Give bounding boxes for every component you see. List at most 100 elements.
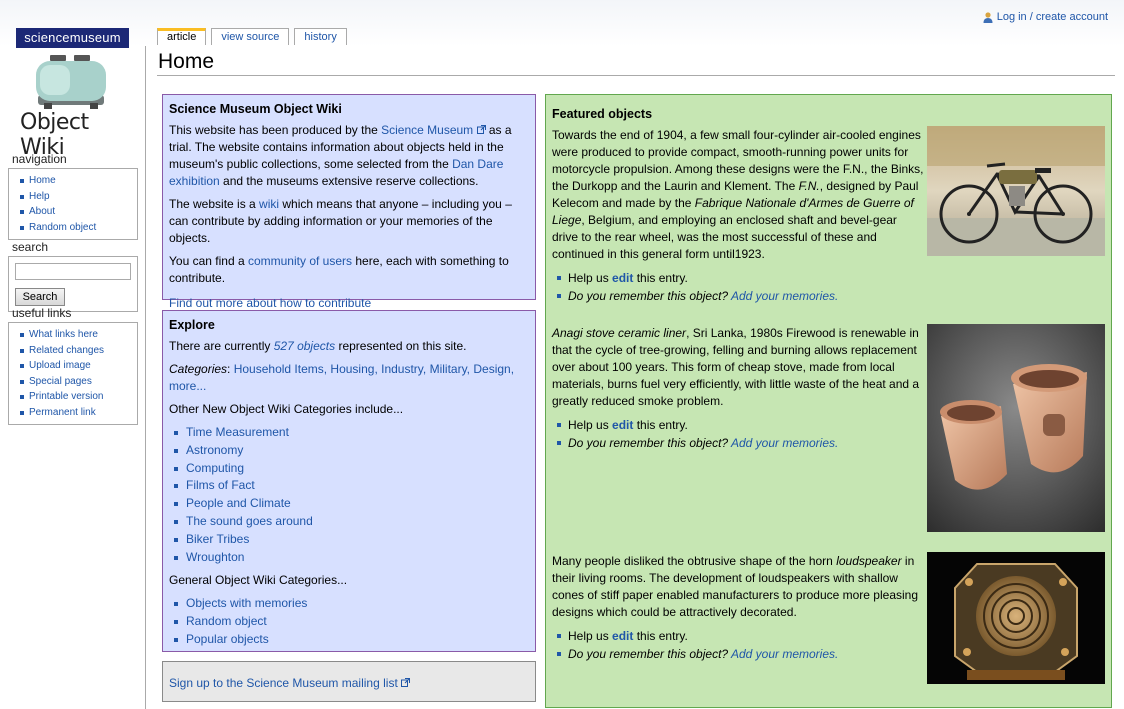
toaster-logo-icon [36, 55, 106, 109]
add-memories-link[interactable]: Add your memories. [731, 436, 838, 450]
categories-line: Categories: Household Items, Housing, In… [169, 361, 529, 395]
tab-article[interactable]: article [157, 28, 207, 45]
category-wroughton[interactable]: Wroughton [186, 550, 244, 564]
intro-paragraph-2: The website is a wiki which means that a… [169, 196, 529, 247]
intro-paragraph-3: You can find a community of users here, … [169, 253, 529, 287]
tb-related-changes[interactable]: Related changes [13, 343, 137, 359]
explore-heading: Explore [169, 318, 215, 332]
help-text: Help us [568, 629, 613, 643]
ceramic-stove-image[interactable] [927, 324, 1105, 537]
explore-box: Explore There are currently 527 objects … [162, 310, 536, 652]
intro-heading: Science Museum Object Wiki [169, 102, 342, 116]
contribute-link[interactable]: Find out more about how to contribute [169, 296, 371, 310]
science-museum-link[interactable]: Science Museum [381, 123, 473, 137]
nav-item-help[interactable]: Help [13, 189, 137, 205]
tb-printable-version[interactable]: Printable version [13, 389, 137, 405]
item-text: , Belgium, and employing an enclosed sha… [552, 213, 897, 261]
nav-item-home[interactable]: Home [13, 173, 137, 189]
search-button[interactable]: Search [15, 288, 65, 306]
intro-text: and the museums extensive reserve collec… [219, 174, 479, 188]
mailing-list-link[interactable]: Sign up to the Science Museum mailing li… [169, 676, 398, 690]
user-icon [983, 11, 993, 23]
category-computing[interactable]: Computing [186, 461, 244, 475]
brand-label: sciencemuseum [16, 28, 129, 48]
general-categories-label: General Object Wiki Categories... [169, 573, 348, 588]
general-categories-list: Objects with memories Random object Popu… [169, 595, 529, 648]
featured-item-text: Towards the end of 1904, a few small fou… [552, 127, 924, 263]
category-films-of-fact[interactable]: Films of Fact [186, 478, 255, 492]
featured-heading: Featured objects [552, 107, 653, 121]
category-time-measurement[interactable]: Time Measurement [186, 425, 289, 439]
remember-line: Do you remember this object? Add your me… [552, 645, 924, 663]
tab-view-source[interactable]: view source [211, 28, 290, 45]
personal-tools: Log in / create account [983, 11, 1108, 23]
new-categories-label: Other New Object Wiki Categories include… [169, 402, 404, 416]
useful-links-title: useful links [12, 306, 72, 320]
tb-what-links-here[interactable]: What links here [13, 327, 137, 343]
external-link-icon [401, 676, 411, 690]
featured-item-stove: Anagi stove ceramic liner, Sri Lanka, 19… [552, 325, 924, 452]
page-title: Home [158, 50, 215, 73]
navigation-portlet: navigation Home Help About Random object [8, 152, 138, 240]
edit-link[interactable]: edit [612, 418, 633, 432]
featured-item-loudspeaker: Many people disliked the obtrusive shape… [552, 553, 924, 663]
heading-divider [157, 75, 1115, 76]
tab-history[interactable]: history [294, 28, 347, 45]
remember-text: Do you remember this object? [568, 289, 731, 303]
intro-paragraph-1: This website has been produced by the Sc… [169, 122, 529, 190]
nav-item-about[interactable]: About [13, 204, 137, 220]
categories-label: Categories [169, 362, 228, 376]
intro-text: This website has been produced by the [169, 123, 382, 137]
category-sound-goes-around[interactable]: The sound goes around [186, 514, 313, 528]
category-astronomy[interactable]: Astronomy [186, 443, 243, 457]
explore-text: There are currently [169, 339, 274, 353]
help-edit-line: Help us edit this entry. [552, 269, 924, 287]
tb-permanent-link[interactable]: Permanent link [13, 405, 137, 421]
intro-box: Science Museum Object Wiki This website … [162, 94, 536, 310]
category-biker-tribes[interactable]: Biker Tribes [186, 532, 249, 546]
object-count-line: There are currently 527 objects represen… [169, 338, 529, 355]
add-memories-link[interactable]: Add your memories. [731, 289, 838, 303]
help-text: Help us [568, 271, 613, 285]
community-link[interactable]: community of users [248, 254, 352, 268]
help-text: this entry. [633, 629, 688, 643]
motorcycle-image[interactable] [927, 126, 1105, 261]
mailing-list-box: Sign up to the Science Museum mailing li… [162, 661, 536, 702]
featured-item-text: Anagi stove ceramic liner, Sri Lanka, 19… [552, 325, 924, 410]
featured-objects-box: Featured objects Towards the end of 1904… [545, 94, 1112, 708]
remember-text: Do you remember this object? [568, 436, 731, 450]
item-text: loudspeaker [836, 554, 902, 568]
remember-text: Do you remember this object? [568, 647, 731, 661]
category-people-and-climate[interactable]: People and Climate [186, 496, 291, 510]
category-popular-objects[interactable]: Popular objects [186, 632, 269, 646]
item-text: Anagi stove ceramic liner [552, 326, 687, 340]
navigation-title: navigation [12, 152, 67, 166]
category-random-object[interactable]: Random object [186, 614, 267, 628]
useful-links-portlet: useful links What links here Related cha… [8, 306, 138, 425]
search-title: search [12, 240, 49, 254]
explore-text: represented on this site. [335, 339, 467, 353]
help-text: Help us [568, 418, 613, 432]
site-logo[interactable]: sciencemuseum Object Wiki [16, 28, 129, 160]
content-frame-border [145, 46, 146, 709]
category-objects-with-memories[interactable]: Objects with memories [186, 596, 307, 610]
help-text: this entry. [633, 418, 688, 432]
remember-line: Do you remember this object? Add your me… [552, 434, 924, 452]
external-link-icon [476, 123, 486, 137]
add-memories-link[interactable]: Add your memories. [731, 647, 838, 661]
objects-count-link[interactable]: 527 objects [274, 339, 335, 353]
tb-upload-image[interactable]: Upload image [13, 358, 137, 374]
edit-link[interactable]: edit [612, 271, 633, 285]
loudspeaker-image[interactable] [927, 552, 1105, 689]
search-input[interactable] [15, 263, 131, 280]
wiki-link[interactable]: wiki [259, 197, 279, 211]
login-link[interactable]: Log in / create account [997, 11, 1108, 23]
intro-text: You can find a [169, 254, 248, 268]
featured-item-motorcycle: Towards the end of 1904, a few small fou… [552, 127, 924, 305]
new-categories-list: Time Measurement Astronomy Computing Fil… [169, 424, 529, 566]
edit-link[interactable]: edit [612, 629, 633, 643]
nav-item-random-object[interactable]: Random object [13, 220, 137, 236]
help-edit-line: Help us edit this entry. [552, 627, 924, 645]
tb-special-pages[interactable]: Special pages [13, 374, 137, 390]
featured-item-text: Many people disliked the obtrusive shape… [552, 553, 924, 621]
